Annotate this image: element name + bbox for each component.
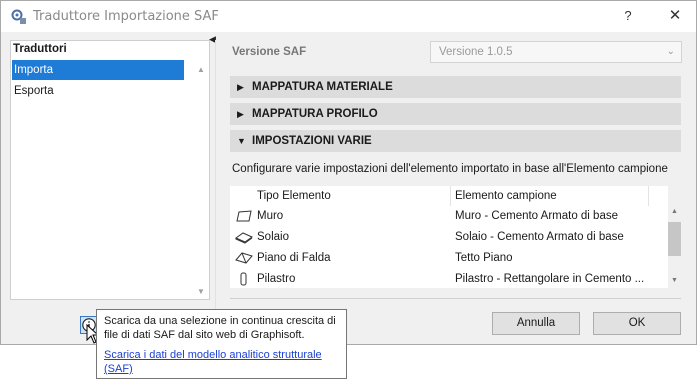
column-divider[interactable]: [450, 186, 451, 206]
section-label: IMPOSTAZIONI VARIE: [252, 135, 372, 147]
divider: [230, 298, 681, 299]
scrollbar-thumb[interactable]: [668, 222, 681, 256]
table-row[interactable]: Muro Muro - Cemento Armato di base: [230, 206, 668, 227]
section-misc-settings[interactable]: ▼ IMPOSTAZIONI VARIE: [230, 130, 681, 152]
app-icon: [11, 9, 26, 24]
slab-icon: [235, 232, 253, 244]
scroll-down-icon[interactable]: ▼: [671, 277, 678, 284]
info-tooltip: Scarica da una selezione in continua cre…: [96, 309, 347, 379]
saf-download-link[interactable]: Scarica i dati del modello analitico str…: [104, 348, 344, 376]
window-title: Traduttore Importazione SAF: [33, 9, 219, 24]
element-type: Pilastro: [257, 273, 296, 285]
table-row[interactable]: Piano di Falda Tetto Piano: [230, 248, 668, 269]
help-button[interactable]: ?: [613, 5, 643, 27]
ok-button[interactable]: OK: [593, 312, 681, 335]
left-scrollbar[interactable]: ▲ ▼: [193, 61, 209, 299]
cancel-button[interactable]: Annulla: [492, 312, 580, 335]
settings-description: Configurare varie impostazioni dell'elem…: [232, 163, 668, 175]
tooltip-text: Scarica da una selezione in continua cre…: [104, 315, 336, 341]
translator-item-esporta[interactable]: Esporta: [12, 81, 184, 101]
section-label: MAPPATURA PROFILO: [252, 108, 378, 120]
translators-header: Traduttori: [13, 43, 67, 55]
chevron-down-icon: ⌄: [666, 46, 675, 57]
element-type: Muro: [257, 210, 284, 222]
translator-item-importa[interactable]: Importa: [12, 60, 184, 80]
element-type: Solaio: [257, 231, 289, 243]
element-type: Piano di Falda: [257, 252, 331, 264]
title-bar: Traduttore Importazione SAF ? ✕: [1, 1, 696, 32]
column-header-type[interactable]: Tipo Elemento: [257, 186, 331, 206]
table-scrollbar[interactable]: ▲ ▼: [668, 206, 681, 288]
collapse-arrow-icon: ▼: [237, 136, 246, 146]
version-label: Versione SAF: [232, 46, 307, 58]
close-button[interactable]: ✕: [660, 5, 690, 27]
sample-element[interactable]: Tetto Piano: [455, 248, 665, 268]
section-profile-mapping[interactable]: ▶ MAPPATURA PROFILO: [230, 103, 681, 125]
column-divider[interactable]: [648, 186, 649, 206]
version-select[interactable]: Versione 1.0.5 ⌄: [430, 41, 682, 63]
scroll-down-icon[interactable]: ▼: [197, 287, 205, 296]
table-row[interactable]: Solaio Solaio - Cemento Armato di base: [230, 227, 668, 248]
panel-splitter[interactable]: [215, 40, 216, 310]
scroll-up-icon[interactable]: ▲: [197, 65, 205, 74]
sample-element[interactable]: Muro - Cemento Armato di base: [455, 206, 665, 226]
scroll-up-icon[interactable]: ▲: [671, 208, 678, 215]
wall-icon: [236, 210, 252, 222]
column-header-sample[interactable]: Elemento campione: [455, 186, 557, 206]
expand-arrow-icon: ▶: [237, 109, 244, 119]
sample-element[interactable]: Pilastro - Rettangolare in Cemento ...: [455, 269, 665, 289]
sample-element[interactable]: Solaio - Cemento Armato di base: [455, 227, 665, 247]
roof-icon: [235, 252, 253, 264]
version-value: Versione 1.0.5: [439, 46, 513, 58]
section-label: MAPPATURA MATERIALE: [252, 81, 393, 93]
translators-panel: Traduttori Importa Esporta ▲ ▼: [10, 40, 210, 300]
table-row[interactable]: Pilastro Pilastro - Rettangolare in Ceme…: [230, 269, 668, 290]
expand-arrow-icon: ▶: [237, 82, 244, 92]
column-icon: [240, 272, 247, 286]
section-material-mapping[interactable]: ▶ MAPPATURA MATERIALE: [230, 76, 681, 98]
element-table: Tipo Elemento Elemento campione Muro Mur…: [230, 186, 668, 288]
